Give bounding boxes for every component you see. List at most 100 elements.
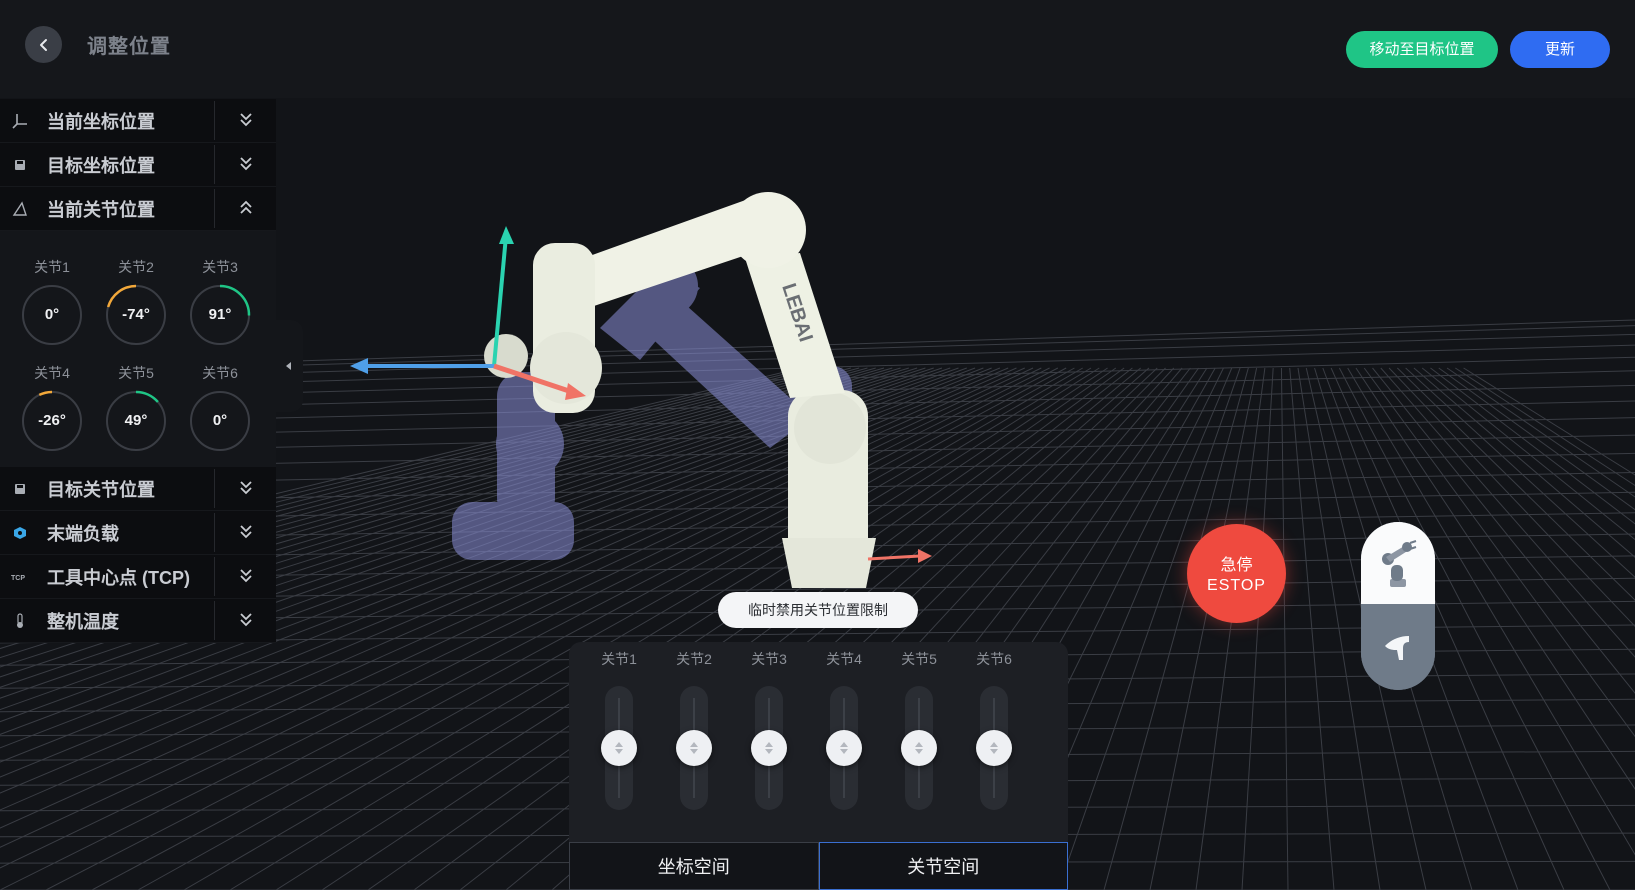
section-icon [10, 199, 30, 219]
slider-track[interactable] [676, 686, 712, 810]
slider-track[interactable] [601, 686, 637, 810]
gauge-dial: -26° [21, 390, 83, 452]
accordion-row[interactable]: 当前坐标位置 [0, 99, 276, 143]
hand-icon [1385, 636, 1409, 660]
drag-arrows-icon [915, 742, 923, 754]
section-toggle[interactable] [238, 110, 254, 130]
grid-line [1455, 367, 1635, 487]
divider [214, 557, 215, 596]
joint-gauge: 关节5 49° [103, 363, 169, 452]
robot-arm-icon [1382, 540, 1417, 587]
update-button[interactable]: 更新 [1510, 31, 1610, 68]
slider-knob[interactable] [676, 730, 712, 766]
joint-gauge: 关节6 0° [187, 363, 253, 452]
drag-arrows-icon [690, 742, 698, 754]
joint-gauge: 关节1 0° [19, 257, 85, 346]
joint-value: -26° [38, 412, 66, 429]
estop-label-cn: 急停 [1220, 557, 1253, 574]
disable-joint-limit-toggle[interactable]: 临时禁用关节位置限制 [718, 592, 918, 628]
payload-icon [14, 526, 26, 539]
slider-track[interactable] [751, 686, 787, 810]
estop-button[interactable]: 急停 ESTOP [1187, 524, 1286, 623]
position-panel: 当前坐标位置目标坐标位置 当前关节位置关节1 0° 关节2 -74° 关节3 91° 关节4 -… [0, 99, 276, 643]
svg-text:TCP: TCP [11, 575, 25, 582]
joint-value: -74° [122, 306, 150, 323]
gauge-dial: 49° [105, 390, 167, 452]
accordion-row[interactable]: 末端负载 [0, 511, 276, 555]
free-drive-button[interactable] [1361, 604, 1435, 690]
joint-slider: 关节6 [964, 642, 1024, 810]
robot-view-button[interactable] [1361, 522, 1435, 604]
chevron-down-icon [240, 157, 252, 171]
space-tabs: 坐标空间 关节空间 [569, 842, 1068, 890]
section-icon [10, 479, 30, 499]
section-label: 末端负载 [47, 523, 119, 544]
grid-line [1430, 367, 1635, 525]
divider [214, 145, 215, 184]
section-label: 目标关节位置 [47, 479, 155, 500]
accordion-row[interactable]: TCP 工具中心点 (TCP) [0, 555, 276, 599]
divider [214, 189, 215, 228]
slider-label: 关节1 [601, 651, 637, 667]
section-label: 当前坐标位置 [47, 111, 155, 132]
tab-joint-space[interactable]: 关节空间 [818, 842, 1068, 890]
chevron-down-icon [240, 525, 252, 539]
section-toggle[interactable] [238, 610, 254, 630]
slider-track[interactable] [901, 686, 937, 810]
slider-track[interactable] [826, 686, 862, 810]
accordion-row[interactable]: 整机温度 [0, 599, 276, 643]
joint-gauge: 关节2 -74° [103, 257, 169, 346]
section-toggle[interactable] [238, 566, 254, 586]
section-icon [10, 611, 30, 631]
section-toggle[interactable] [238, 522, 254, 542]
joint-label: 关节6 [202, 365, 238, 381]
section-toggle[interactable] [238, 478, 254, 498]
slider-knob[interactable] [826, 730, 862, 766]
view-switch [1361, 522, 1435, 690]
chevron-up-icon [240, 200, 252, 214]
accordion-row[interactable]: 当前关节位置 [0, 187, 276, 231]
gauge-dial: 0° [21, 284, 83, 346]
accordion-row[interactable]: 目标关节位置 [0, 467, 276, 511]
divider [214, 469, 215, 508]
slider-knob[interactable] [901, 730, 937, 766]
joint-gauge: 关节3 91° [187, 257, 253, 346]
joint-slider-panel: 关节1 关节2 关节3 关节4 关节5 关节6 [569, 642, 1068, 842]
joint-slider: 关节5 [889, 642, 949, 810]
section-icon [10, 155, 30, 175]
slider-knob[interactable] [601, 730, 637, 766]
chevron-down-icon [240, 481, 252, 495]
move-to-target-button[interactable]: 移动至目标位置 [1346, 31, 1498, 68]
joint-value: 0° [212, 412, 228, 429]
joint-value: 0° [44, 306, 60, 323]
accordion-row[interactable]: 目标坐标位置 [0, 143, 276, 187]
divider [214, 513, 215, 552]
slider-track[interactable] [976, 686, 1012, 810]
tcp-icon: TCP [11, 575, 25, 582]
drag-arrows-icon [765, 742, 773, 754]
gauge-dial: 0° [189, 390, 251, 452]
back-button[interactable] [25, 26, 62, 63]
chevron-down-icon [240, 569, 252, 583]
angle-icon [12, 200, 27, 216]
save-icon [15, 159, 25, 170]
slider-label: 关节5 [901, 651, 937, 667]
joint-label: 关节4 [34, 365, 70, 381]
section-toggle[interactable] [238, 198, 254, 218]
save-icon [15, 483, 25, 494]
divider [214, 101, 215, 140]
joint-gauge: 关节4 -26° [19, 363, 85, 452]
slider-label: 关节2 [676, 651, 712, 667]
slider-knob[interactable] [751, 730, 787, 766]
chevron-down-icon [240, 613, 252, 627]
joint-slider: 关节2 [664, 642, 724, 810]
joint-slider: 关节4 [814, 642, 874, 810]
section-icon [10, 111, 30, 131]
section-toggle[interactable] [238, 154, 254, 174]
estop-label-en: ESTOP [1207, 577, 1266, 594]
tab-coordinate-space[interactable]: 坐标空间 [569, 842, 819, 890]
drag-arrows-icon [990, 742, 998, 754]
panel-collapse-handle[interactable] [276, 320, 303, 412]
joint-label: 关节5 [118, 365, 154, 381]
slider-knob[interactable] [976, 730, 1012, 766]
